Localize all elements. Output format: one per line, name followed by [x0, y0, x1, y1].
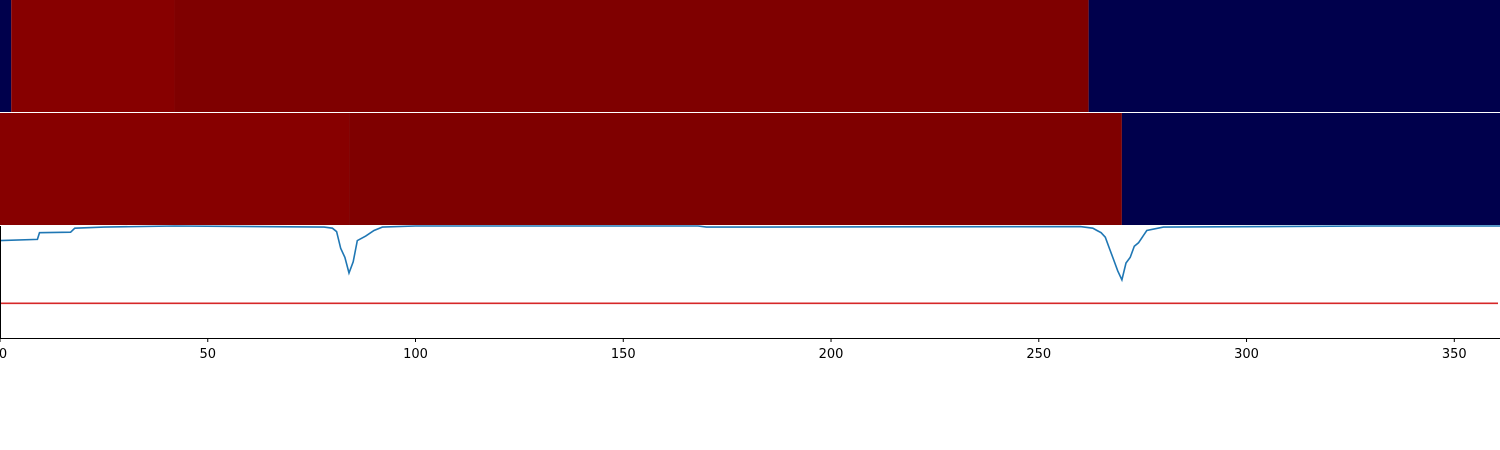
band-1-segment-3 — [174, 0, 1089, 112]
heatmap-band-2 — [0, 113, 1500, 225]
x-tick-label: 250 — [1026, 347, 1051, 362]
band-1-segment-4 — [1088, 0, 1500, 112]
heatmap-band-1 — [0, 0, 1500, 112]
band-2-segment-2 — [349, 113, 1122, 225]
x-tick-label: 200 — [819, 347, 844, 362]
line-series — [0, 225, 1500, 283]
band-1-segment-1 — [0, 0, 12, 112]
x-tick-label: 50 — [199, 347, 216, 362]
x-tick-label: 300 — [1234, 347, 1259, 362]
x-tick-label: 0 — [0, 347, 7, 362]
line-plot-area — [0, 225, 1500, 305]
x-tick-label: 100 — [403, 347, 428, 362]
x-axis-ticks: 0 50 100 150 200 250 300 350 — [0, 338, 1467, 362]
x-tick-label: 150 — [611, 347, 636, 362]
axes — [0, 226, 1500, 339]
band-2-segment-1 — [0, 113, 350, 225]
x-tick-label: 350 — [1442, 347, 1467, 362]
chart-canvas: 0 50 100 150 200 250 300 350 — [0, 0, 1500, 362]
band-2-segment-3 — [1121, 113, 1500, 225]
band-1-segment-2 — [11, 0, 175, 112]
heatmap-bands — [0, 0, 1500, 225]
